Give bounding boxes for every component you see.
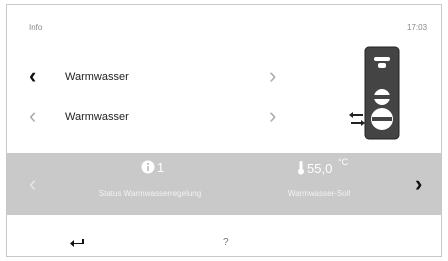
chevron-right-icon[interactable]: › <box>269 105 276 127</box>
chevron-left-icon[interactable]: ‹ <box>29 173 36 195</box>
chevron-right-icon[interactable]: › <box>415 173 422 195</box>
back-arrow-icon[interactable] <box>69 235 85 253</box>
status-band: ‹ 1 Status Warmwasserregelung 55,0 °C Wa… <box>7 153 441 215</box>
setpoint-value: 55,0 <box>307 161 333 176</box>
setpoint-caption: Warmwasser-Soll <box>287 189 351 198</box>
clock-time: 17:03 <box>407 23 428 32</box>
info-label: Info <box>29 23 43 32</box>
setpoint-unit: °C <box>338 157 349 167</box>
menu-row-label: Warmwasser <box>65 111 129 123</box>
thermometer-icon <box>297 160 305 180</box>
bottom-bar: ? <box>7 225 441 256</box>
info-icon <box>141 160 155 179</box>
screen-frame: Info 17:03 ‹ Warmwasser › ‹ Warmwasser ›… <box>6 4 442 257</box>
boiler-tank-icon <box>349 46 400 140</box>
chevron-left-icon[interactable]: ‹ <box>29 65 36 87</box>
status-value: 1 <box>157 160 165 175</box>
status-caption: Status Warmwasserregelung <box>98 189 202 198</box>
chevron-left-icon[interactable]: ‹ <box>29 105 36 127</box>
menu-row-label: Warmwasser <box>65 71 129 83</box>
help-button[interactable]: ? <box>223 237 229 248</box>
chevron-right-icon[interactable]: › <box>269 65 276 87</box>
